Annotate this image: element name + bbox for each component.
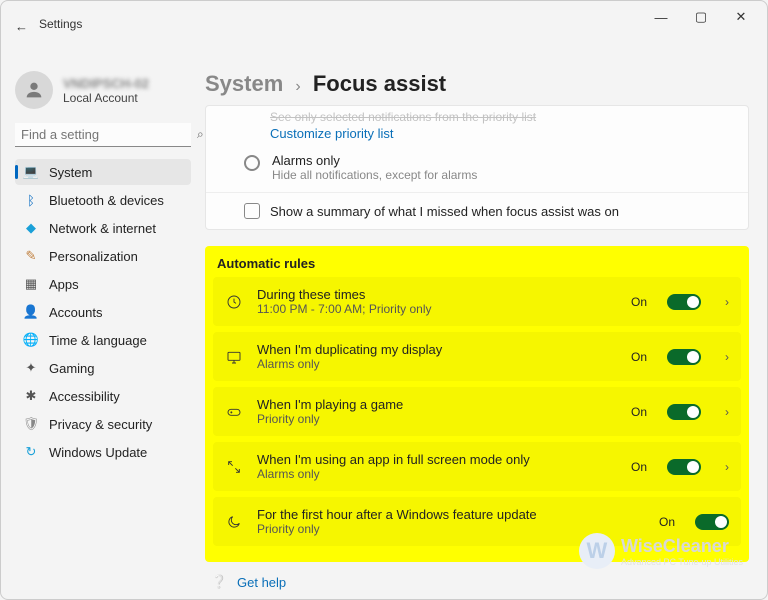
moon-icon xyxy=(225,514,243,530)
window-title: Settings xyxy=(39,17,82,31)
sidebar-item-windows-update[interactable]: ↻Windows Update xyxy=(15,439,191,465)
toggle-switch[interactable] xyxy=(667,294,701,310)
nav-icon: ✎ xyxy=(23,248,39,264)
customize-priority-link[interactable]: Customize priority list xyxy=(206,126,394,141)
nav-icon: 👤 xyxy=(23,304,39,320)
search-input[interactable]: ⌕ xyxy=(15,123,191,147)
nav-icon: 💻 xyxy=(23,164,39,180)
monitor-icon xyxy=(225,349,243,365)
chevron-right-icon: › xyxy=(725,295,729,309)
help-icon: ❔ xyxy=(211,574,225,590)
sidebar-item-personalization[interactable]: ✎Personalization xyxy=(15,243,191,269)
chevron-right-icon: › xyxy=(725,460,729,474)
automatic-rules-section: Automatic rules During these times 11:00… xyxy=(205,246,749,562)
nav-icon: 🌐 xyxy=(23,332,39,348)
toggle-state: On xyxy=(631,295,647,309)
give-feedback-link[interactable]: ✎ Give feedback xyxy=(205,598,749,599)
user-name: VNDIPSCH-02 xyxy=(63,76,149,91)
maximize-button[interactable]: ▢ xyxy=(681,3,721,31)
focus-options-card: See only selected notifications from the… xyxy=(205,105,749,230)
chevron-right-icon: › xyxy=(289,78,306,95)
sidebar-item-bluetooth-devices[interactable]: ᛒBluetooth & devices xyxy=(15,187,191,213)
rule-when-i-m-playing-a-game[interactable]: When I'm playing a game Priority only On… xyxy=(213,387,741,436)
sidebar-item-system[interactable]: 💻System xyxy=(15,159,191,185)
close-button[interactable]: ✕ xyxy=(721,3,761,31)
checkbox-icon xyxy=(244,203,260,219)
get-help-link[interactable]: ❔ Get help xyxy=(205,568,749,592)
toggle-state: On xyxy=(659,515,675,529)
sidebar-item-time-language[interactable]: 🌐Time & language xyxy=(15,327,191,353)
toggle-switch[interactable] xyxy=(667,349,701,365)
toggle-state: On xyxy=(631,405,647,419)
toggle-switch[interactable] xyxy=(667,459,701,475)
user-block[interactable]: VNDIPSCH-02 Local Account xyxy=(15,71,191,109)
clock-icon xyxy=(225,294,243,310)
radio-icon xyxy=(244,155,260,171)
breadcrumb: System › Focus assist xyxy=(205,71,749,97)
minimize-button[interactable]: — xyxy=(641,3,681,31)
toggle-state: On xyxy=(631,460,647,474)
toggle-switch[interactable] xyxy=(667,404,701,420)
summary-checkbox[interactable]: Show a summary of what I missed when foc… xyxy=(206,199,748,219)
breadcrumb-parent[interactable]: System xyxy=(205,71,283,96)
rule-for-the-first-hour-after-a-windows-feature-update[interactable]: For the first hour after a Windows featu… xyxy=(213,497,741,546)
priority-desc: See only selected notifications from the… xyxy=(206,110,748,124)
avatar xyxy=(15,71,53,109)
nav-icon: ᛒ xyxy=(23,192,39,208)
fullscreen-icon xyxy=(225,459,243,475)
game-icon xyxy=(225,404,243,420)
chevron-right-icon: › xyxy=(725,350,729,364)
rule-when-i-m-duplicating-my-display[interactable]: When I'm duplicating my display Alarms o… xyxy=(213,332,741,381)
nav-icon: ◆ xyxy=(23,220,39,236)
sidebar-item-privacy-security[interactable]: 🛡Privacy & security xyxy=(15,411,191,437)
nav-icon: 🛡 xyxy=(23,416,39,432)
nav-icon: ▦ xyxy=(23,276,39,292)
toggle-state: On xyxy=(631,350,647,364)
account-type: Local Account xyxy=(63,91,149,105)
chevron-right-icon: › xyxy=(725,405,729,419)
sidebar-item-accessibility[interactable]: ✱Accessibility xyxy=(15,383,191,409)
sidebar-item-gaming[interactable]: ✦Gaming xyxy=(15,355,191,381)
rule-during-these-times[interactable]: During these times 11:00 PM - 7:00 AM; P… xyxy=(213,277,741,326)
sidebar-item-network-internet[interactable]: ◆Network & internet xyxy=(15,215,191,241)
toggle-switch[interactable] xyxy=(695,514,729,530)
nav-icon: ↻ xyxy=(23,444,39,460)
sidebar-item-accounts[interactable]: 👤Accounts xyxy=(15,299,191,325)
automatic-rules-title: Automatic rules xyxy=(213,254,741,277)
nav-icon: ✦ xyxy=(23,360,39,376)
breadcrumb-current: Focus assist xyxy=(313,71,446,96)
nav-icon: ✱ xyxy=(23,388,39,404)
alarms-only-radio[interactable]: Alarms only Hide all notifications, exce… xyxy=(206,143,748,184)
back-icon[interactable]: ← xyxy=(15,19,28,34)
rule-when-i-m-using-an-app-in-full-screen-mode-only[interactable]: When I'm using an app in full screen mod… xyxy=(213,442,741,491)
sidebar-item-apps[interactable]: ▦Apps xyxy=(15,271,191,297)
